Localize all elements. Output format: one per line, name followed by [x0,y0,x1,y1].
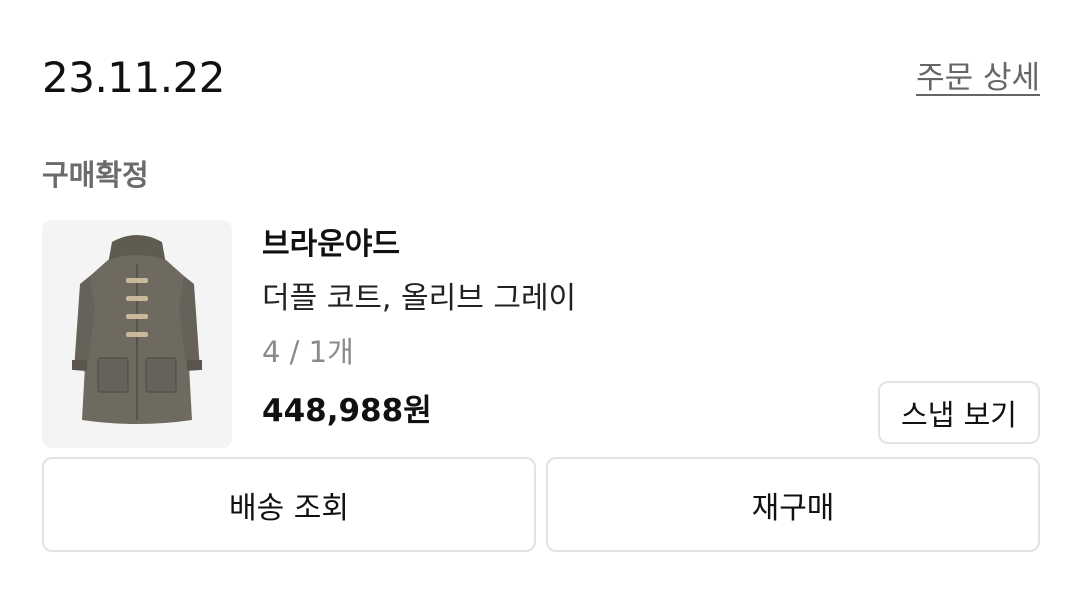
delivery-tracking-button[interactable]: 배송 조회 [42,457,536,552]
rebuy-button[interactable]: 재구매 [546,457,1040,552]
order-status: 구매확정 [42,158,149,192]
duffle-coat-image [72,235,202,424]
product-name[interactable]: 더플 코트, 올리브 그레이 [262,279,576,319]
snap-view-button[interactable]: 스냅 보기 [878,381,1040,444]
product-price: 448,988원 [262,393,432,429]
order-date: 23.11.22 [42,53,226,102]
product-thumbnail[interactable] [42,220,232,448]
product-option: 4 / 1개 [262,335,354,369]
product-brand[interactable]: 브라운야드 [262,225,400,265]
order-detail-link[interactable]: 주문 상세 [916,58,1040,98]
